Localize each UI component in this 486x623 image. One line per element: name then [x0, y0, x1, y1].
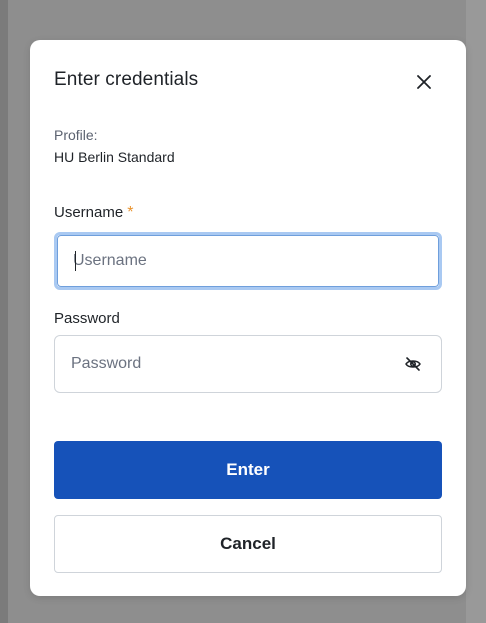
backdrop-edge: [466, 0, 486, 623]
eye-off-icon: [405, 357, 421, 371]
password-label: Password: [54, 310, 120, 327]
password-field-wrapper: [54, 335, 442, 393]
credentials-dialog: Enter credentials Profile: HU Berlin Sta…: [30, 40, 466, 596]
required-marker: *: [127, 204, 134, 221]
enter-button[interactable]: Enter: [54, 441, 442, 499]
dialog-title: Enter credentials: [54, 69, 199, 90]
profile-value: HU Berlin Standard: [54, 149, 175, 165]
username-field-wrapper: [54, 232, 442, 290]
cancel-button[interactable]: Cancel: [54, 515, 442, 573]
password-input[interactable]: [71, 336, 391, 392]
username-input[interactable]: [73, 235, 393, 287]
profile-label: Profile:: [54, 127, 98, 143]
close-icon: [417, 75, 431, 89]
username-label: Username *: [54, 204, 133, 222]
password-visibility-toggle[interactable]: [403, 354, 423, 374]
text-caret: [75, 251, 76, 271]
close-button[interactable]: [412, 70, 436, 94]
username-label-text: Username: [54, 204, 124, 221]
backdrop-edge: [0, 0, 8, 623]
